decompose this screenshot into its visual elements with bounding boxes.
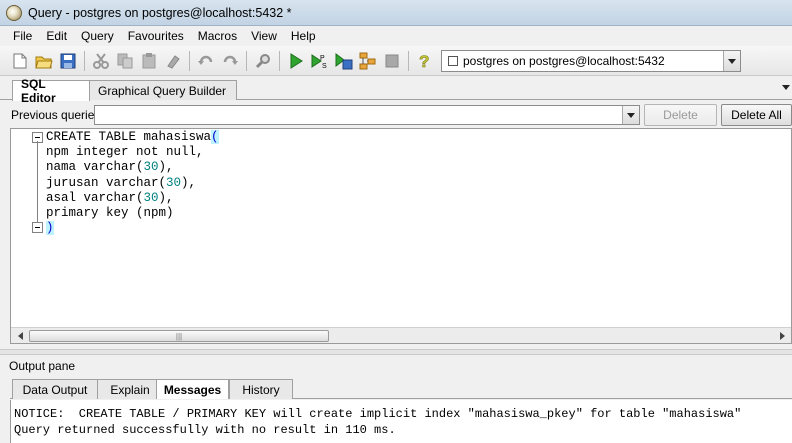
toolbar-separator xyxy=(189,50,190,71)
code-line-4: jurusan varchar(30), xyxy=(46,175,197,190)
svg-text:?: ? xyxy=(419,52,429,70)
sql-editor[interactable]: CREATE TABLE mahasiswa( npm integer not … xyxy=(10,128,792,344)
tab-graphical-query-builder[interactable]: Graphical Query Builder xyxy=(89,80,237,100)
save-icon[interactable] xyxy=(59,52,77,70)
execute-to-file-icon[interactable] xyxy=(335,52,353,70)
previous-queries-select[interactable] xyxy=(94,105,640,125)
copy-icon[interactable] xyxy=(116,52,134,70)
previous-queries-label: Previous queries xyxy=(11,108,101,122)
menu-query[interactable]: Query xyxy=(74,29,121,43)
scroll-left-icon[interactable] xyxy=(12,329,28,343)
undo-icon[interactable] xyxy=(197,52,215,70)
menu-favourites[interactable]: Favourites xyxy=(121,29,191,43)
code-line-5: asal varchar(30), xyxy=(46,190,174,205)
delete-button[interactable]: Delete xyxy=(644,104,717,126)
tab-messages[interactable]: Messages xyxy=(156,379,229,399)
execute-icon[interactable] xyxy=(287,52,305,70)
chevron-down-icon[interactable] xyxy=(622,106,639,124)
toolbar-separator xyxy=(84,50,85,71)
message-line: NOTICE: CREATE TABLE / PRIMARY KEY will … xyxy=(14,407,742,421)
title-bar: Query - postgres on postgres@localhost:5… xyxy=(0,0,792,26)
explain-icon[interactable] xyxy=(359,52,377,70)
open-folder-icon[interactable] xyxy=(35,52,53,70)
code-line-3: nama varchar(30), xyxy=(46,160,174,175)
paste-icon[interactable] xyxy=(140,52,158,70)
messages-panel[interactable]: NOTICE: CREATE TABLE / PRIMARY KEY will … xyxy=(10,400,792,443)
menu-bar: File Edit Query Favourites Macros View H… xyxy=(0,26,792,46)
code-line-6: primary key (npm) xyxy=(46,206,174,221)
sql-code: CREATE TABLE mahasiswa( npm integer not … xyxy=(46,130,219,236)
matched-paren: ( xyxy=(211,130,219,144)
output-pane-label: Output pane xyxy=(9,359,76,373)
previous-queries-bar: Previous queries Delete Delete All xyxy=(0,102,792,128)
find-icon[interactable] xyxy=(254,52,272,70)
toolbar-separator xyxy=(408,50,409,71)
window-title: Query - postgres on postgres@localhost:5… xyxy=(28,5,292,20)
tab-data-output[interactable]: Data Output xyxy=(12,379,98,399)
menu-view[interactable]: View xyxy=(244,29,284,43)
toolbar-separator xyxy=(246,50,247,71)
menu-macros[interactable]: Macros xyxy=(191,29,244,43)
scroll-right-icon[interactable] xyxy=(774,329,790,343)
connection-select[interactable]: postgres on postgres@localhost:5432 xyxy=(441,50,741,72)
message-line: Query returned successfully with no resu… xyxy=(14,423,396,437)
output-tabs: Data Output Explain Messages History xyxy=(10,378,792,399)
editor-tabs: SQL Editor Graphical Query Builder xyxy=(0,77,792,105)
delete-all-button[interactable]: Delete All xyxy=(721,104,792,126)
stop-icon[interactable] xyxy=(383,52,401,70)
clear-icon[interactable] xyxy=(164,52,182,70)
menu-file[interactable]: File xyxy=(6,29,39,43)
toolbar-separator xyxy=(279,50,280,71)
code-line-2: npm integer not null, xyxy=(46,145,204,160)
tab-history[interactable]: History xyxy=(229,379,293,399)
tab-list-arrow-icon[interactable] xyxy=(782,85,790,90)
code-line-1: CREATE TABLE mahasiswa( xyxy=(46,130,219,144)
menu-help[interactable]: Help xyxy=(284,29,323,43)
matched-paren: ) xyxy=(46,221,54,236)
fold-guide-line xyxy=(37,141,38,231)
tab-sql-editor[interactable]: SQL Editor xyxy=(12,77,90,105)
svg-text:P: P xyxy=(320,55,325,62)
scrollbar-thumb[interactable]: ||| xyxy=(29,330,329,342)
pane-splitter[interactable] xyxy=(0,349,792,355)
horizontal-scrollbar[interactable]: ||| xyxy=(11,327,791,343)
toolbar: PS ? postgres on postgres@localhost:5432 xyxy=(0,46,792,76)
pgadmin-elephant-icon xyxy=(6,4,22,21)
cut-icon[interactable] xyxy=(92,52,110,70)
help-icon[interactable]: ? xyxy=(416,52,434,70)
tab-explain[interactable]: Explain xyxy=(97,379,163,399)
connection-status-checkbox-icon xyxy=(448,56,458,66)
menu-edit[interactable]: Edit xyxy=(39,29,74,43)
new-file-icon[interactable] xyxy=(11,52,29,70)
fold-end-icon xyxy=(32,222,43,233)
execute-pgscript-icon[interactable]: PS xyxy=(311,52,329,70)
redo-icon[interactable] xyxy=(221,52,239,70)
connection-value: postgres on postgres@localhost:5432 xyxy=(463,54,665,68)
svg-text:S: S xyxy=(322,63,327,70)
chevron-down-icon[interactable] xyxy=(723,51,740,71)
